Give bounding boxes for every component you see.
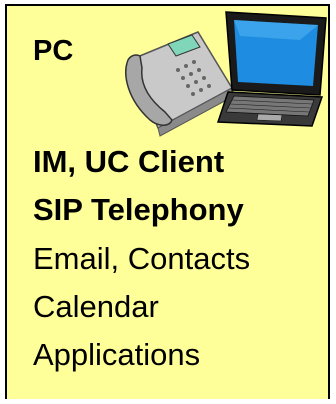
card-line-sip-telephony: SIP Telephony [33,192,244,227]
card-line-calendar: Calendar [33,289,159,324]
laptop-icon [216,11,327,127]
card-line-applications: Applications [33,337,201,372]
card-line-email-contacts: Email, Contacts [33,241,251,276]
card-line-im-uc-client: IM, UC Client [33,144,225,179]
